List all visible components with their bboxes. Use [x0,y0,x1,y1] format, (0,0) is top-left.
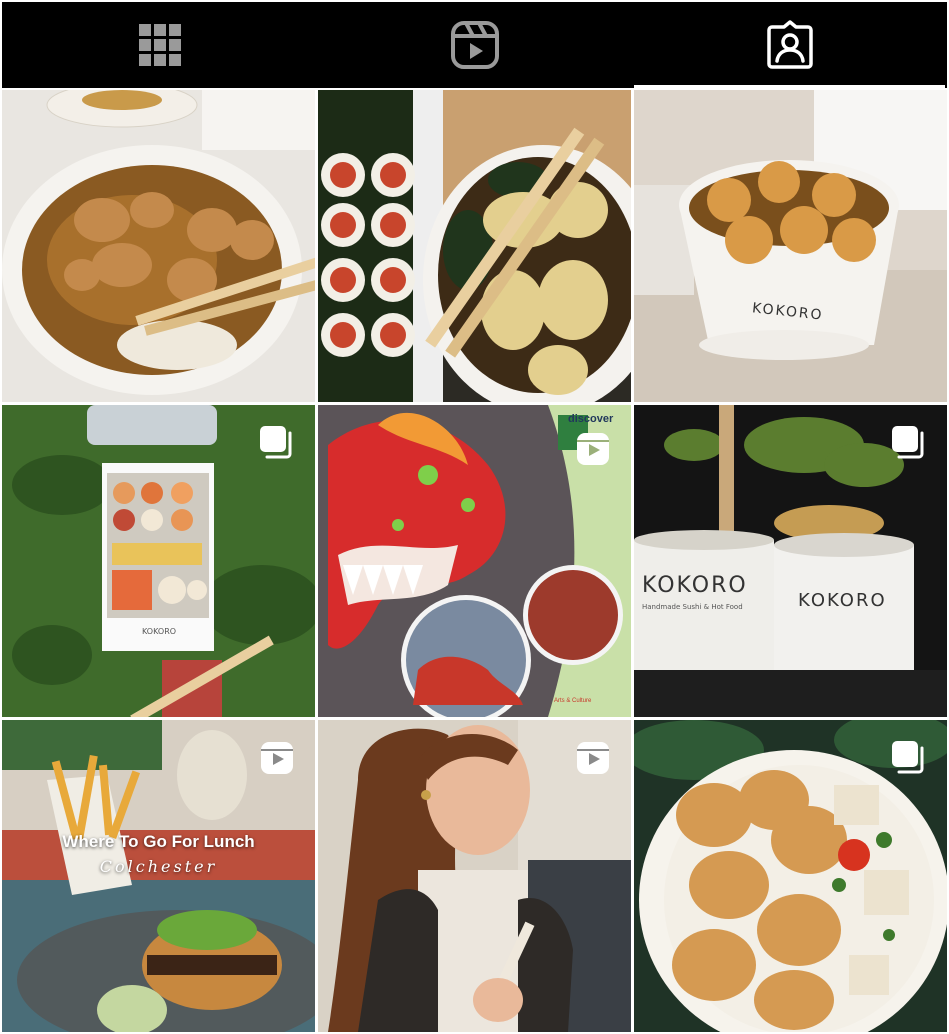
arts-culture-label: Arts & Culture [554,698,592,704]
profile-tab-bar [2,2,947,88]
reel-overlay-subtitle: Colchester [99,857,218,876]
kokoro-tagline: Handmade Sushi & Hot Food [642,603,743,611]
grid-icon [138,24,181,66]
post-woman-reel[interactable] [318,720,631,1032]
sushi-dumplings-photo [318,90,631,402]
post-kokoro-tubs[interactable]: KOKORO KOKORO Handmade Sushi & Hot Food [634,405,947,717]
reel-icon [577,433,609,465]
curry-photo [2,90,315,402]
kokoro-box-label: KOKORO [142,627,177,636]
post-lunch-reel[interactable]: Where To Go For Lunch Colchester [2,720,315,1032]
active-tab-indicator [634,85,945,88]
post-sushi-dumplings[interactable] [318,90,631,402]
tab-posts-grid[interactable] [2,2,317,88]
reel-overlay-title: Where To Go For Lunch [62,832,255,851]
post-curry[interactable] [2,90,315,402]
carousel-icon [892,741,924,774]
carousel-icon [892,426,924,459]
posts-grid: KOKORO KOKORO discover Arts & Culture KO… [2,90,947,1032]
kokoro-bowl-photo [634,90,947,402]
reels-icon [450,21,499,69]
post-sushi-box-grass[interactable]: KOKORO [2,405,315,717]
kokoro-tub-label-right: KOKORO [798,590,887,611]
kokoro-tub-label-left: KOKORO [642,573,748,598]
reel-icon [577,742,609,774]
post-dragon-discover[interactable]: discover Arts & Culture [318,405,631,717]
discover-logo-text: discover [568,413,614,425]
reel-icon [261,742,293,774]
tab-tagged[interactable] [632,2,947,88]
post-kokoro-bowl[interactable]: KOKORO [634,90,947,402]
tagged-icon [766,20,813,69]
tab-reels[interactable] [317,2,632,88]
carousel-icon [260,426,292,459]
post-tofu-bowl[interactable] [634,720,947,1032]
